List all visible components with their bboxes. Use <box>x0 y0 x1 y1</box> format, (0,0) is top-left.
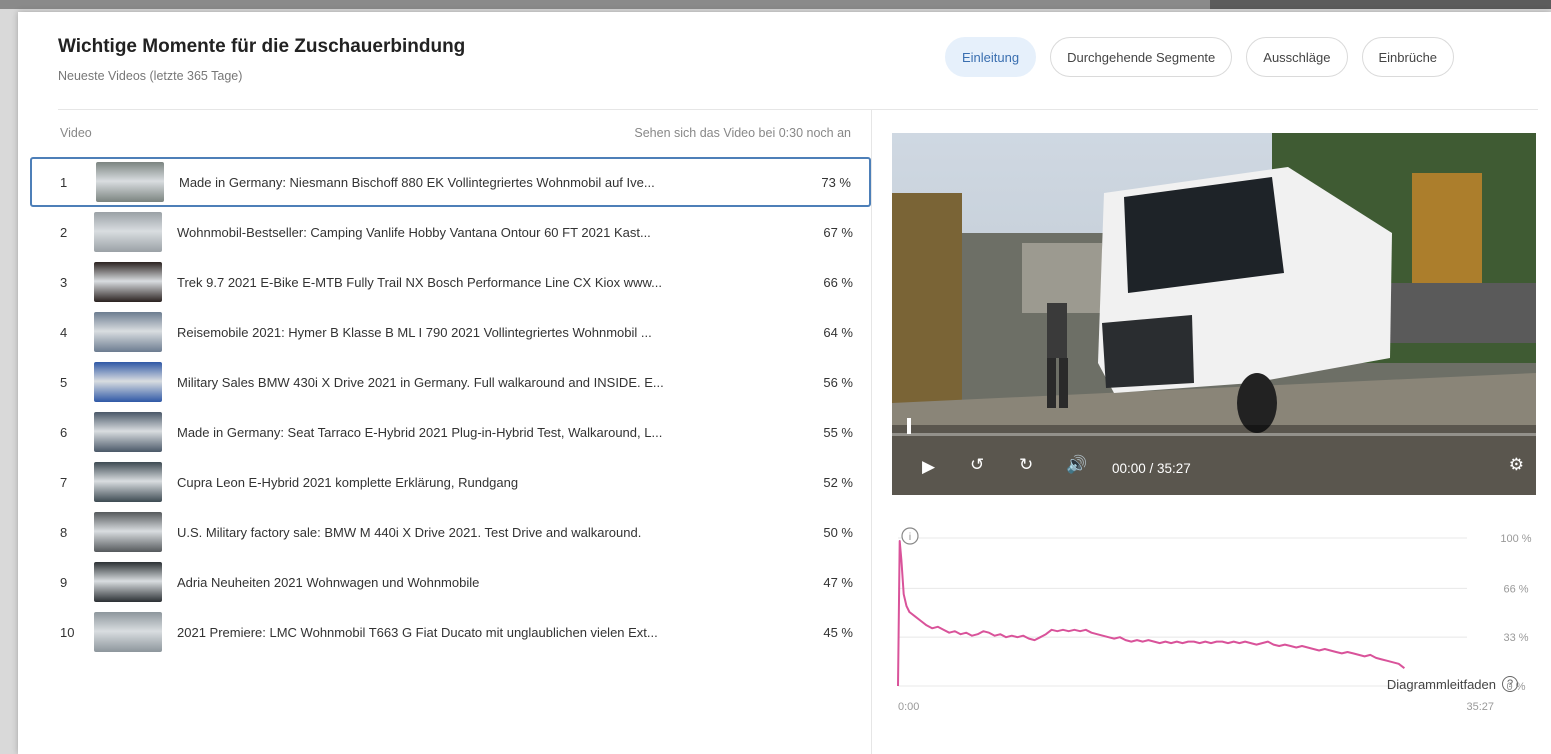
video-thumbnail[interactable] <box>94 612 162 652</box>
row-number: 8 <box>60 524 68 540</box>
player-time: 00:00 / 35:27 <box>1112 461 1191 476</box>
table-row[interactable]: 3 Trek 9.7 2021 E-Bike E-MTB Fully Trail … <box>30 257 871 307</box>
video-thumbnail[interactable] <box>94 412 162 452</box>
table-row[interactable]: 9 Adria Neuheiten 2021 Wohnwagen und Wohn… <box>30 557 871 607</box>
video-title[interactable]: Reisemobile 2021: Hymer B Klasse B ML I … <box>177 325 777 340</box>
table-row[interactable]: 8 U.S. Military factory sale: BMW M 440i … <box>30 507 871 557</box>
retention-card: Wichtige Momente für die Zuschauerbindun… <box>18 12 1551 754</box>
row-number: 1 <box>60 174 68 190</box>
row-number: 5 <box>60 374 68 390</box>
table-row[interactable]: 4 Reisemobile 2021: Hymer B Klasse B ML I… <box>30 307 871 357</box>
retention-percent: 67 % <box>823 224 853 240</box>
rewind-icon[interactable]: ↺ <box>970 455 984 475</box>
settings-icon[interactable]: ⚙ <box>1509 455 1524 475</box>
volume-icon[interactable]: 🔊 <box>1066 455 1087 475</box>
x-tick-label: 0:00 <box>898 701 919 713</box>
video-thumbnail[interactable] <box>94 362 162 402</box>
row-number: 7 <box>60 474 68 490</box>
retention-percent: 47 % <box>823 574 853 590</box>
video-title[interactable]: Made in Germany: Seat Tarraco E-Hybrid 2… <box>177 425 777 440</box>
retention-percent: 56 % <box>823 374 853 390</box>
retention-percent: 52 % <box>823 474 853 490</box>
tab-einleitung[interactable]: Einleitung <box>945 37 1037 77</box>
row-number: 6 <box>60 424 68 440</box>
video-title[interactable]: Trek 9.7 2021 E-Bike E-MTB Fully Trail N… <box>177 275 777 290</box>
video-title[interactable]: Adria Neuheiten 2021 Wohnwagen und Wohnm… <box>177 575 777 590</box>
window-top-strip-dark <box>1210 0 1551 9</box>
retention-percent: 73 % <box>821 174 851 190</box>
video-title[interactable]: Wohnmobil-Bestseller: Camping Vanlife Ho… <box>177 225 777 240</box>
card-title: Wichtige Momente für die Zuschauerbindun… <box>58 36 466 57</box>
column-header-video: Video <box>60 126 92 140</box>
info-icon-glyph: i <box>909 532 911 543</box>
forward-icon[interactable]: ↻ <box>1019 455 1033 475</box>
video-player[interactable]: ▶ ↺ ↻ 🔊 00:00 / 35:27 ⚙ <box>892 133 1536 495</box>
y-tick-label: 33 % <box>1503 632 1528 644</box>
table-row[interactable]: 7 Cupra Leon E-Hybrid 2021 komplette Erkl… <box>30 457 871 507</box>
help-icon[interactable]: ? <box>1502 676 1518 692</box>
video-thumbnail[interactable] <box>96 162 164 202</box>
video-thumbnail[interactable] <box>94 512 162 552</box>
retention-percent: 55 % <box>823 424 853 440</box>
video-thumbnail[interactable] <box>94 212 162 252</box>
retention-percent: 64 % <box>823 324 853 340</box>
x-tick-label: 35:27 <box>1466 701 1494 713</box>
player-controls: ▶ ↺ ↻ 🔊 00:00 / 35:27 ⚙ <box>892 418 1536 495</box>
chart-guide[interactable]: Diagrammleitfaden ? <box>1387 676 1518 692</box>
row-number: 9 <box>60 574 68 590</box>
y-tick-label: 66 % <box>1503 583 1528 595</box>
video-thumbnail[interactable] <box>94 562 162 602</box>
retention-percent: 50 % <box>823 524 853 540</box>
table-row[interactable]: 1 Made in Germany: Niesmann Bischoff 880 … <box>30 157 871 207</box>
column-divider <box>871 110 872 754</box>
tab-einbrueche[interactable]: Einbrüche <box>1361 37 1455 77</box>
video-thumbnail[interactable] <box>94 462 162 502</box>
table-row[interactable]: 2 Wohnmobil-Bestseller: Camping Vanlife H… <box>30 207 871 257</box>
table-row[interactable]: 10 2021 Premiere: LMC Wohnmobil T663 G Fi… <box>30 607 871 657</box>
video-title[interactable]: U.S. Military factory sale: BMW M 440i X… <box>177 525 777 540</box>
table-row[interactable]: 6 Made in Germany: Seat Tarraco E-Hybrid … <box>30 407 871 457</box>
retention-line <box>897 540 1406 687</box>
moment-tabs: Einleitung Durchgehende Segmente Ausschl… <box>945 37 1455 77</box>
chart-guide-label: Diagrammleitfaden <box>1386 676 1496 692</box>
retention-chart: 100 % 66 % 33 % 0 % i 0:00 35:27 Diagrammleitf… <box>892 510 1551 713</box>
header-divider <box>58 109 1538 110</box>
video-title[interactable]: 2021 Premiere: LMC Wohnmobil T663 G Fiat… <box>177 625 777 640</box>
row-number: 4 <box>60 324 68 340</box>
retention-percent: 66 % <box>823 274 853 290</box>
y-tick-label: 100 % <box>1500 533 1531 545</box>
tab-durchgehende-segmente[interactable]: Durchgehende Segmente <box>1050 37 1233 77</box>
progress-handle[interactable] <box>907 418 911 434</box>
video-list: 1 Made in Germany: Niesmann Bischoff 880 … <box>30 157 871 657</box>
table-row[interactable]: 5 Military Sales BMW 430i X Drive 2021 in… <box>30 357 871 407</box>
video-thumbnail[interactable] <box>94 312 162 352</box>
video-thumbnail[interactable] <box>94 262 162 302</box>
video-title[interactable]: Cupra Leon E-Hybrid 2021 komplette Erklä… <box>177 475 777 490</box>
card-subtitle: Neueste Videos (letzte 365 Tage) <box>58 69 243 83</box>
video-title[interactable]: Military Sales BMW 430i X Drive 2021 in … <box>177 375 777 390</box>
row-number: 10 <box>60 624 75 640</box>
column-header-metric: Sehen sich das Video bei 0:30 noch an <box>634 126 851 140</box>
row-number: 2 <box>60 224 68 240</box>
tab-ausschlaege[interactable]: Ausschläge <box>1246 37 1348 77</box>
retention-percent: 45 % <box>823 624 853 640</box>
play-icon[interactable]: ▶ <box>922 457 935 477</box>
video-title[interactable]: Made in Germany: Niesmann Bischoff 880 E… <box>179 175 779 190</box>
row-number: 3 <box>60 274 68 290</box>
